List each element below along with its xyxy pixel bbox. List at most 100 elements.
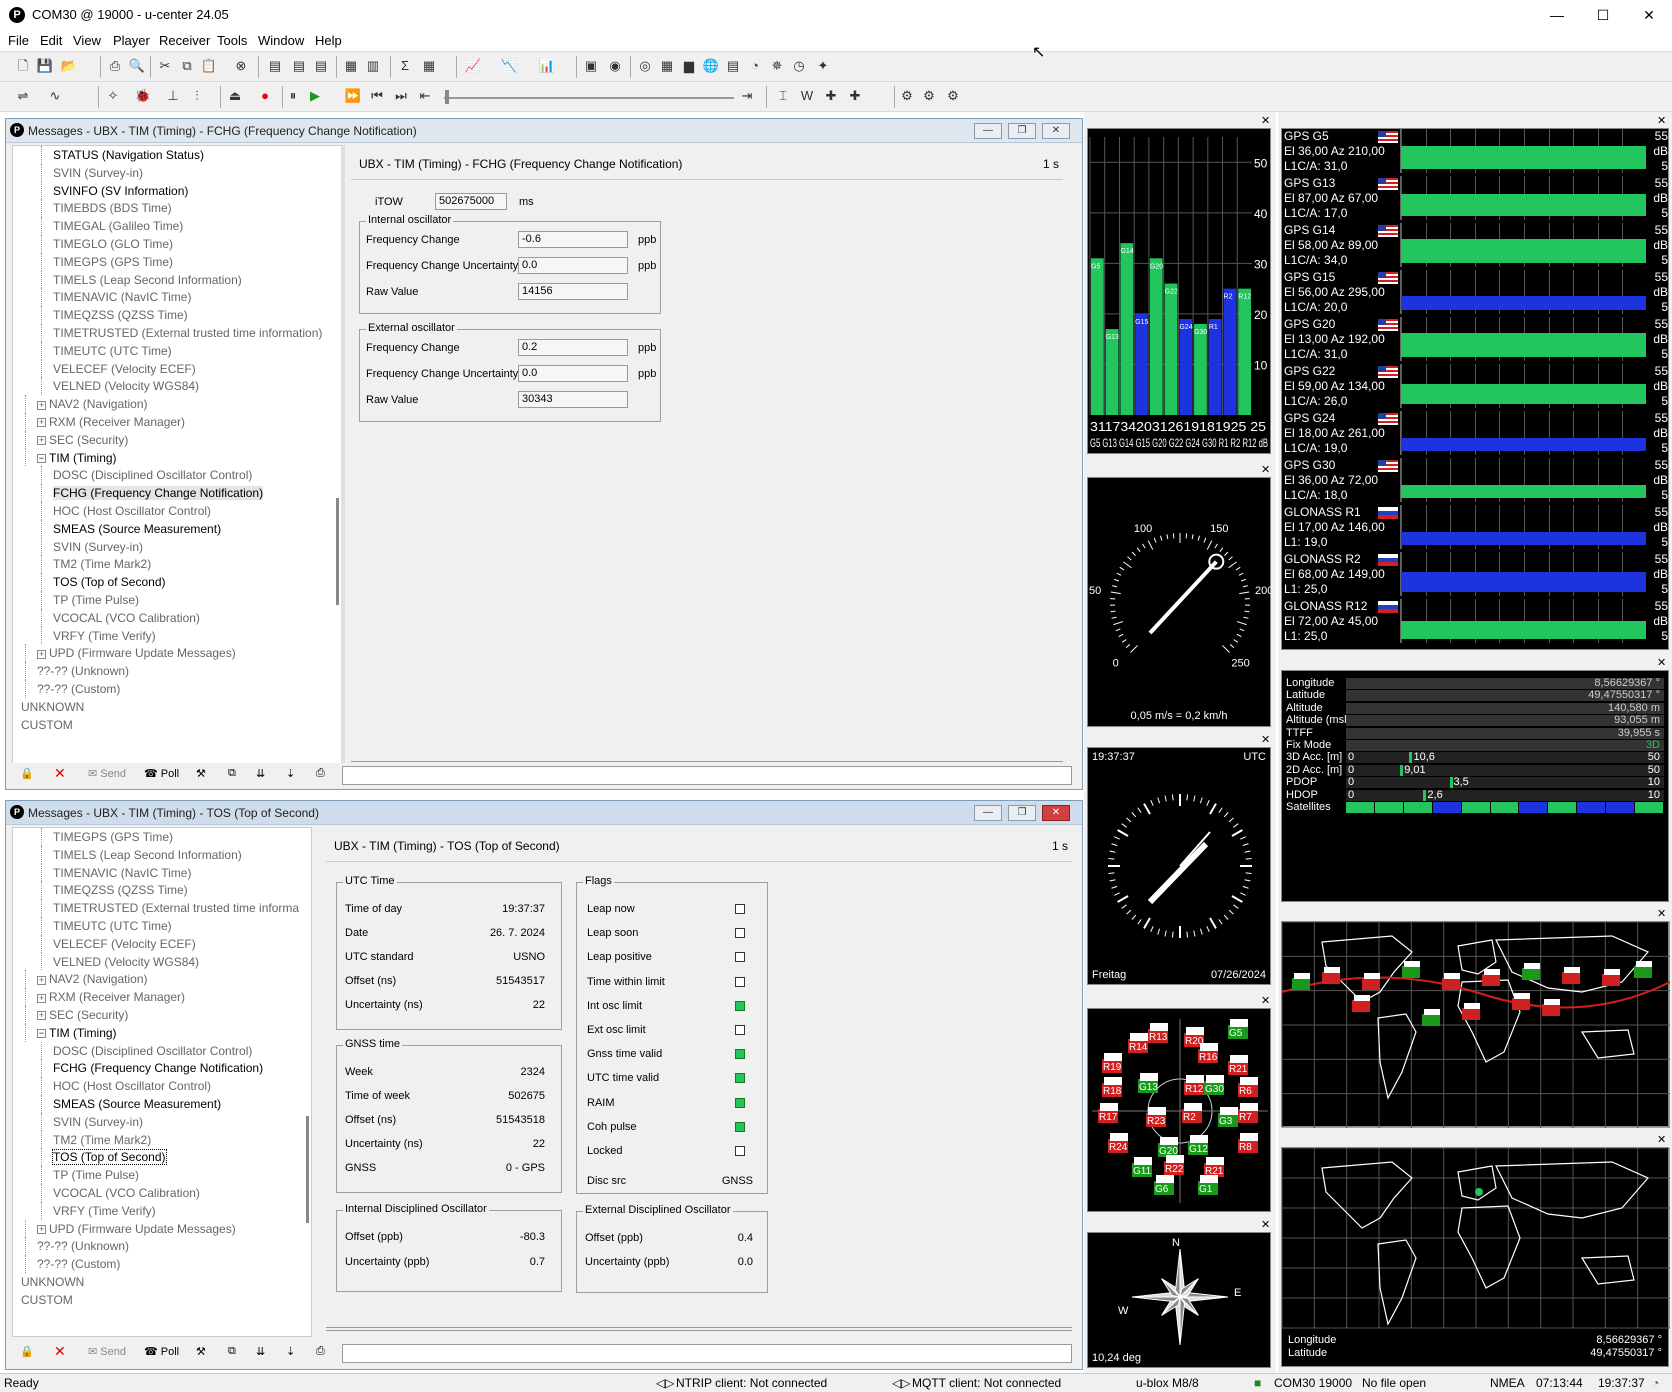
hex-input[interactable] (342, 1344, 1072, 1363)
copy-icon[interactable]: ⧉ (178, 57, 196, 75)
tree-item[interactable]: + SEC (Security) (37, 433, 128, 447)
chart1-icon[interactable]: 📈 (464, 57, 482, 75)
view-b-icon[interactable]: ◉ (606, 57, 624, 75)
fast-forward-icon[interactable]: ⏩ (344, 87, 362, 105)
tree-item[interactable]: UNKNOWN (21, 700, 84, 714)
mdi-restore-button[interactable]: ❐ (1008, 123, 1036, 139)
connection-icon[interactable]: ⇌ (14, 87, 32, 105)
tree-item[interactable]: ??-?? (Unknown) (37, 664, 129, 678)
send-button[interactable]: ✉ Send (88, 1345, 126, 1358)
playback-slider-thumb[interactable] (445, 90, 449, 104)
tree-item[interactable]: DOSC (Disciplined Oscillator Control) (53, 468, 252, 482)
tree-item[interactable]: TM2 (Time Mark2) (53, 1133, 151, 1147)
tree-item[interactable]: − TIM (Timing) (37, 1026, 117, 1040)
histogram-icon[interactable]: ▆ (680, 57, 698, 75)
world-icon[interactable]: 🌐 (702, 57, 720, 75)
tree-item[interactable]: TIMEQZSS (QZSS Time) (53, 308, 188, 322)
tree-item[interactable]: TM2 (Time Mark2) (53, 557, 151, 571)
menu-file[interactable]: File (8, 33, 29, 48)
minimize-button[interactable]: — (1534, 0, 1580, 30)
freq-unc-field[interactable]: 0.0 (518, 257, 628, 274)
tree-item[interactable]: VELNED (Velocity WGS84) (53, 955, 199, 969)
config-icon[interactable]: ⚒ (196, 1345, 206, 1358)
raw-value-field[interactable]: 14156 (518, 283, 628, 300)
msg2-icon[interactable]: ✚ (846, 87, 864, 105)
tree-item[interactable]: TIMENAVIC (NavIC Time) (53, 866, 191, 880)
tree-item[interactable]: VELNED (Velocity WGS84) (53, 379, 199, 393)
tree-expander-icon[interactable]: + (37, 418, 46, 428)
flag-checkbox[interactable] (735, 1146, 745, 1156)
tree-item[interactable]: + NAV2 (Navigation) (37, 397, 147, 411)
menu-edit[interactable]: Edit (40, 33, 62, 48)
tree-item[interactable]: TOS (Top of Second) (52, 1149, 167, 1166)
table-view-icon[interactable]: ▤ (724, 57, 742, 75)
tree-item[interactable]: TIMEGPS (GPS Time) (53, 830, 173, 844)
pane-close-icon[interactable]: ✕ (1261, 114, 1270, 127)
tree-item[interactable]: SMEAS (Source Measurement) (53, 522, 221, 536)
tree-item[interactable]: VCOCAL (VCO Calibration) (53, 1186, 200, 1200)
playback-slider[interactable] (444, 97, 734, 99)
lock-icon[interactable]: 🔒 (20, 767, 34, 780)
speed-icon[interactable]: ◔ (746, 57, 764, 75)
tree-item[interactable]: CUSTOM (21, 718, 73, 732)
rewind-icon[interactable]: ⇤ (416, 87, 434, 105)
tree-item[interactable]: VRFY (Time Verify) (53, 629, 156, 643)
flag-checkbox[interactable] (735, 1000, 745, 1011)
clear-icon[interactable]: ⊗ (232, 57, 250, 75)
step-back-icon[interactable]: ⏮ (368, 87, 386, 105)
w-icon[interactable]: W (798, 87, 816, 105)
mdi-close-button[interactable]: ✕ (1042, 123, 1070, 139)
tree-item[interactable]: SVINFO (SV Information) (53, 184, 188, 198)
print-icon[interactable]: ⎙ (106, 57, 124, 75)
menu-receiver[interactable]: Receiver (159, 33, 210, 48)
tree-expander-icon[interactable]: + (37, 436, 46, 446)
message-tree[interactable]: STATUS (Navigation Status) SVIN (Survey-i… (12, 145, 342, 765)
tree-item[interactable]: TIMEGPS (GPS Time) (53, 255, 173, 269)
raw-value-field[interactable]: 30343 (518, 391, 628, 408)
tree-item[interactable]: STATUS (Navigation Status) (53, 148, 204, 162)
tree-item[interactable]: SVIN (Survey-in) (53, 540, 143, 554)
tree-expander-icon[interactable]: − (37, 1029, 46, 1039)
chart3-icon[interactable]: 📊 (538, 57, 556, 75)
tree-item[interactable]: TIMEUTC (UTC Time) (53, 344, 172, 358)
tree-item[interactable]: HOC (Host Oscillator Control) (53, 1079, 211, 1093)
baudrate-icon[interactable]: ∿ (46, 87, 64, 105)
tree-item[interactable]: FCHG (Frequency Change Notification) (53, 1061, 263, 1075)
flag-checkbox[interactable] (735, 1121, 745, 1132)
tree-item[interactable]: TIMETRUSTED (External trusted time infor… (53, 901, 299, 915)
deviation-icon[interactable]: ▦ (658, 57, 676, 75)
view1-icon[interactable]: ▦ (342, 57, 360, 75)
print-preview-icon[interactable]: 🔍 (128, 57, 146, 75)
upload-icon[interactable]: ⇣ (286, 1345, 295, 1358)
tree-item[interactable]: ??-?? (Unknown) (37, 1239, 129, 1253)
autobaud-icon[interactable]: ✧ (104, 87, 122, 105)
compass-icon[interactable]: ✵ (768, 57, 786, 75)
tree-item[interactable]: SVIN (Survey-in) (53, 166, 143, 180)
tree-expander-icon[interactable]: + (37, 993, 46, 1003)
tree-item[interactable]: TIMEQZSS (QZSS Time) (53, 883, 188, 897)
download-icon[interactable]: ⇊ (256, 1345, 265, 1358)
freq-unc-field[interactable]: 0.0 (518, 365, 628, 382)
pane-close-icon[interactable]: ✕ (1261, 463, 1270, 476)
pane-close-icon[interactable]: ✕ (1261, 994, 1270, 1007)
eject-icon[interactable]: ⏏ (226, 87, 244, 105)
tree-item[interactable]: VCOCAL (VCO Calibration) (53, 611, 200, 625)
freq-change-field[interactable]: 0.2 (518, 339, 628, 356)
tree-item[interactable]: + RXM (Receiver Manager) (37, 990, 185, 1004)
hex-icon[interactable]: ⌶ (774, 87, 792, 105)
doc2-icon[interactable]: ▤ (290, 57, 308, 75)
pane-close-icon[interactable]: ✕ (1261, 733, 1270, 746)
printer-icon[interactable]: ⎙ (316, 767, 325, 780)
send-button[interactable]: ✉ Send (88, 767, 126, 780)
tree-item[interactable]: TIMEGLO (GLO Time) (53, 237, 173, 251)
pane-close-icon[interactable]: ✕ (1657, 1133, 1666, 1146)
tree-item[interactable]: SVIN (Survey-in) (53, 1115, 143, 1129)
poll-button[interactable]: ☎ Poll (144, 1345, 179, 1358)
paste-icon[interactable]: 📋 (200, 57, 218, 75)
doc1-icon[interactable]: ▤ (266, 57, 284, 75)
tree-expander-icon[interactable]: + (37, 400, 46, 410)
hex-input[interactable] (342, 766, 1072, 785)
pane-close-icon[interactable]: ✕ (1657, 114, 1666, 127)
gear3-icon[interactable]: ⚙ (944, 87, 962, 105)
tree-item[interactable]: + RXM (Receiver Manager) (37, 415, 185, 429)
